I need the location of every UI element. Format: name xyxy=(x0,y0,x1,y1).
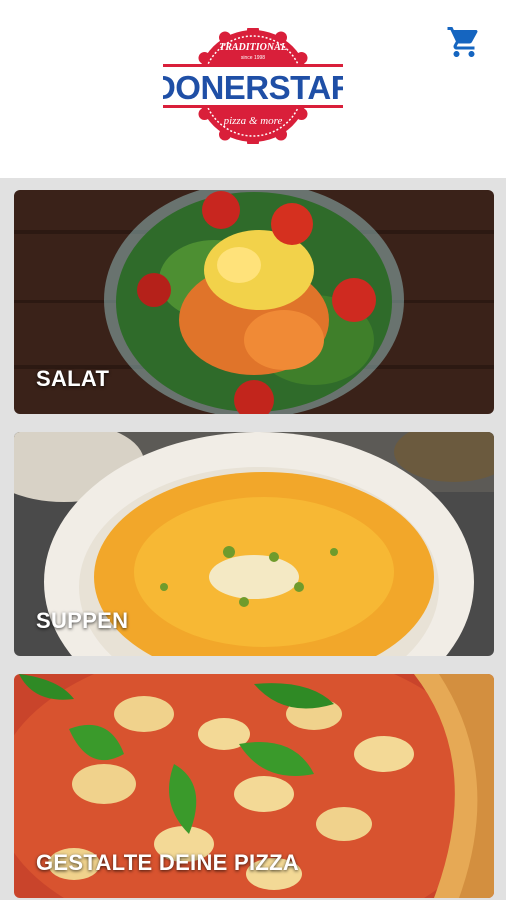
category-card-salat[interactable]: SALAT xyxy=(14,190,494,414)
category-label: SUPPEN xyxy=(36,608,129,633)
category-label: GESTALTE DEINE PIZZA xyxy=(36,850,300,875)
category-card-pizza[interactable]: GESTALTE DEINE PIZZA xyxy=(14,674,494,898)
donerstar-logo: TRADITIONAL since 1998 DONERSTAR pizza &… xyxy=(163,28,343,144)
app-header: TRADITIONAL since 1998 DONERSTAR pizza &… xyxy=(0,0,506,178)
category-card-suppen[interactable]: SUPPEN xyxy=(14,432,494,656)
logo-since: since 1998 xyxy=(241,55,265,61)
category-label: SALAT xyxy=(36,366,110,391)
shopping-cart-icon[interactable] xyxy=(446,24,482,60)
logo-arc-top: TRADITIONAL xyxy=(219,42,287,53)
logo-wordmark: DONERSTAR xyxy=(163,69,343,106)
logo-arc-bottom: pizza & more xyxy=(223,115,283,127)
category-list: SALAT SUPPEN GESTALTE DEINE PIZZA xyxy=(0,178,506,900)
